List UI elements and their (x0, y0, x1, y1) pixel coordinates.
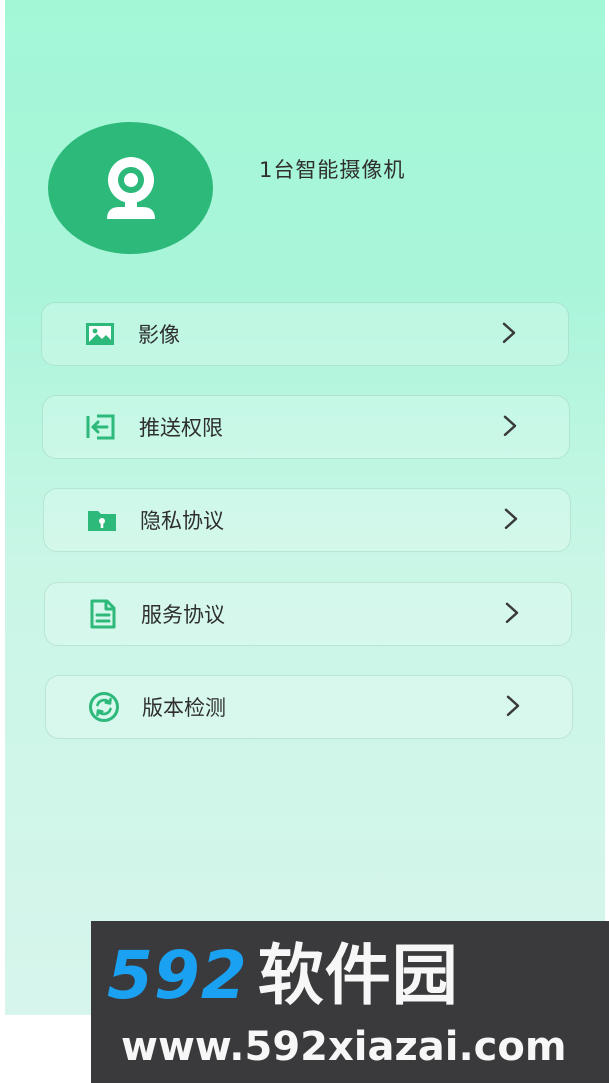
device-name: 1台智能摄像机 (259, 158, 406, 182)
screen: 1台智能摄像机 影像 推送权限 隐私协议 服务协议 版本检测 (5, 0, 605, 1015)
menu-item-label: 推送权限 (139, 416, 223, 440)
lock-folder-icon (86, 504, 118, 536)
refresh-icon (88, 691, 120, 723)
chevron-right-icon (500, 321, 518, 345)
menu-item-service-agreement[interactable]: 服务协议 (44, 582, 572, 646)
image-icon (84, 318, 116, 350)
menu-item-label: 服务协议 (141, 603, 225, 627)
menu-item-label: 隐私协议 (140, 509, 224, 533)
menu-item-label: 版本检测 (142, 696, 226, 720)
watermark-url: www.592xiazai.com (121, 1024, 567, 1070)
watermark-brand: 软件园 (257, 937, 459, 1014)
menu-item-images[interactable]: 影像 (41, 302, 569, 366)
camera-avatar (48, 122, 213, 254)
document-icon (87, 598, 119, 630)
menu-item-push-permission[interactable]: 推送权限 (42, 395, 570, 459)
watermark-banner: 592 软件园 www.592xiazai.com (91, 921, 609, 1083)
watermark-number: 592 (107, 937, 248, 1014)
menu-item-privacy-policy[interactable]: 隐私协议 (43, 488, 571, 552)
chevron-right-icon (504, 694, 522, 718)
watermark-logo: 592 软件园 (107, 943, 459, 1009)
chevron-right-icon (501, 414, 519, 438)
menu-item-version-check[interactable]: 版本检测 (45, 675, 573, 739)
chevron-right-icon (503, 601, 521, 625)
menu-item-label: 影像 (138, 323, 180, 347)
camera-icon (106, 157, 155, 219)
chevron-right-icon (502, 507, 520, 531)
login-arrow-icon (85, 411, 117, 443)
